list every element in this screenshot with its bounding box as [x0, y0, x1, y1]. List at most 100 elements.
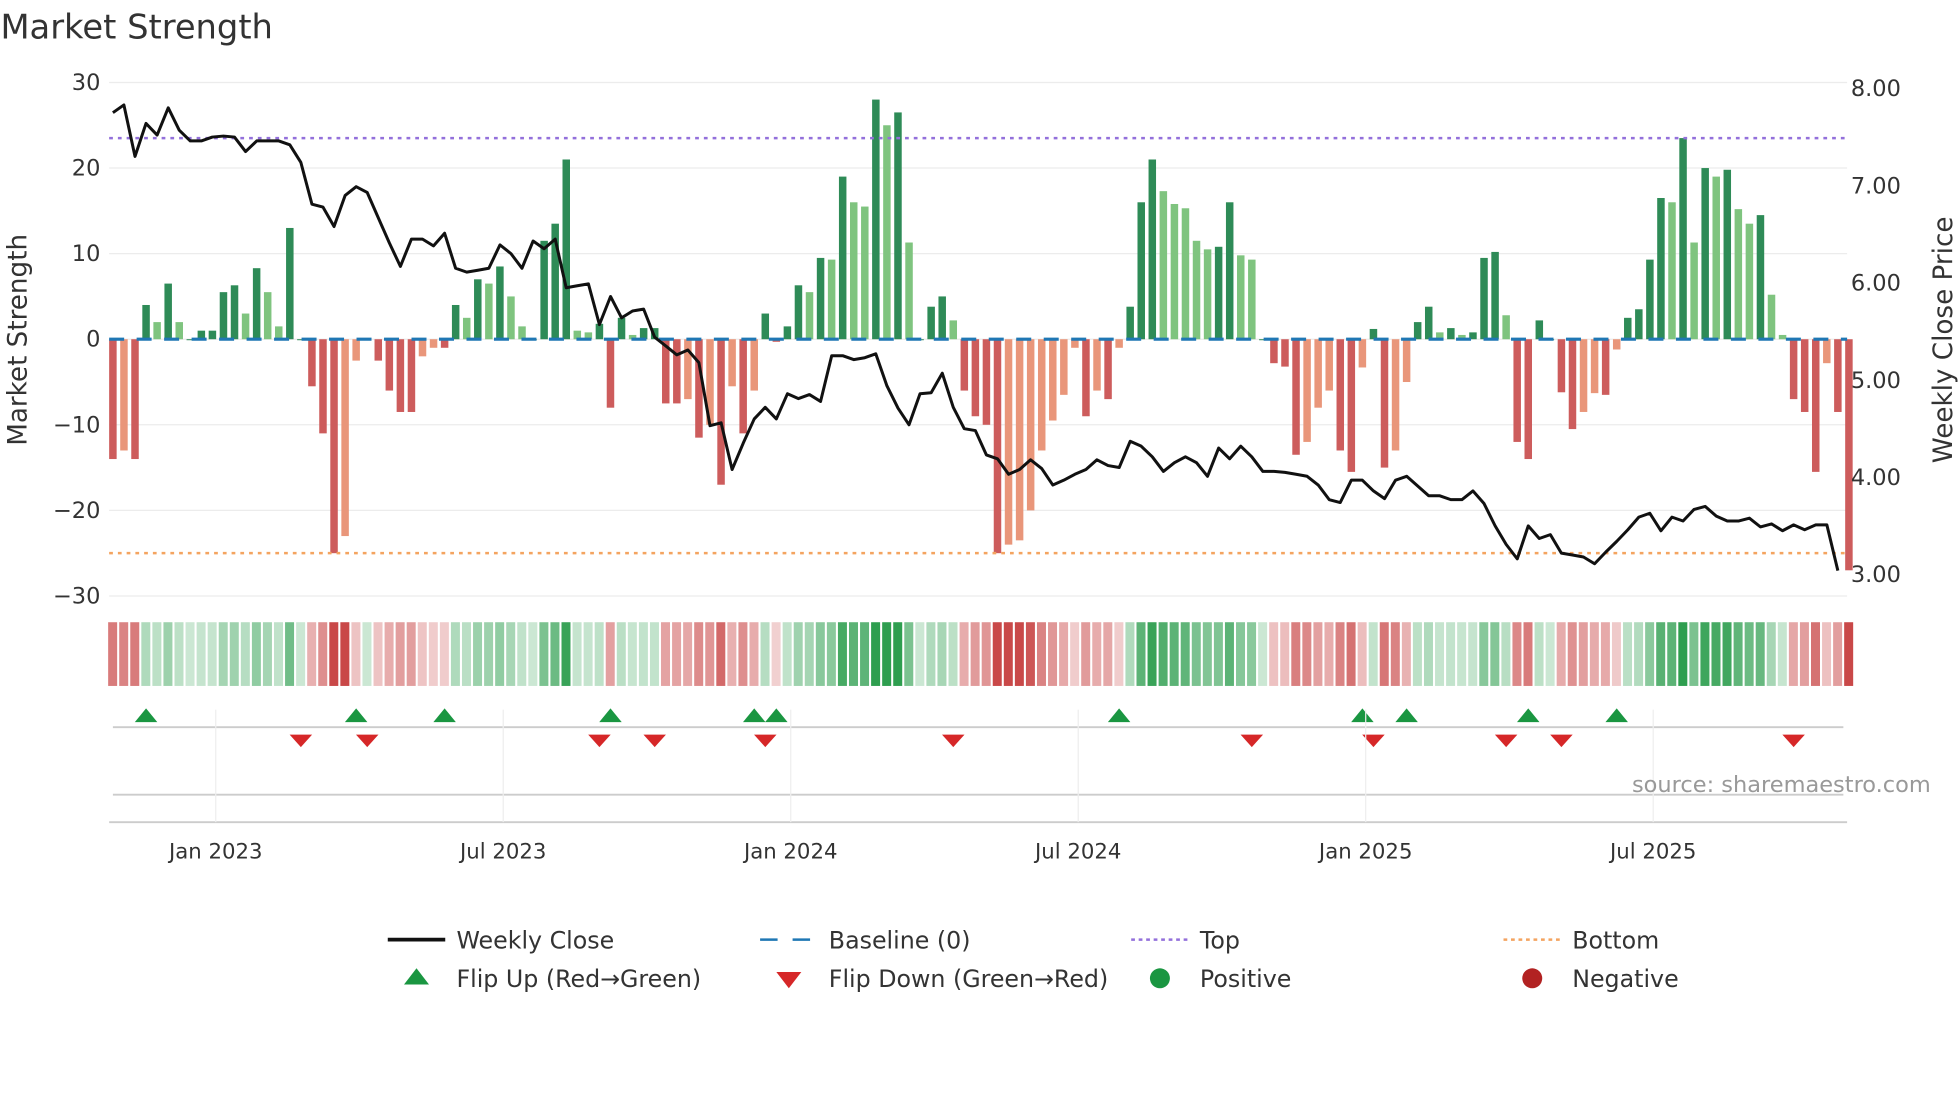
heat-cell [1258, 622, 1268, 686]
strength-bar [1347, 339, 1356, 472]
strength-bar [230, 285, 239, 340]
strength-bar [1270, 339, 1278, 364]
heat-cell [1755, 622, 1765, 686]
flip-up-icon [404, 968, 429, 985]
heat-cell [594, 622, 604, 686]
strength-bar [462, 317, 471, 340]
strength-bar [142, 304, 150, 340]
heat-cell [439, 622, 449, 686]
strength-bar [1568, 339, 1577, 430]
strength-bar [1601, 339, 1610, 395]
heat-cell [1048, 622, 1058, 686]
strength-bar [794, 285, 803, 340]
heat-cell [1346, 622, 1356, 686]
legend-label: Top [1199, 926, 1240, 954]
strength-bar [175, 322, 183, 340]
heat-cell [251, 622, 261, 686]
heat-cell [1158, 622, 1168, 686]
heat-cell [627, 622, 637, 686]
strength-bar [1712, 176, 1720, 340]
heat-cell [1302, 622, 1312, 686]
heat-cell [1147, 622, 1157, 686]
y-tick-label: −30 [53, 583, 100, 609]
heat-cell [506, 622, 516, 686]
y-axis-ticks: 30 20 10 0 −10 −20 −30 [53, 70, 100, 610]
strength-bar [1402, 339, 1411, 383]
strength-bar [1015, 339, 1024, 541]
heat-cell [904, 622, 914, 686]
legend-label: Flip Up (Red→Green) [456, 965, 701, 993]
heat-cell [1435, 622, 1445, 686]
heat-cell [406, 622, 416, 686]
strength-bar [352, 339, 360, 361]
strength-bar [1214, 246, 1223, 340]
strength-bar [1624, 317, 1632, 340]
heat-cell [804, 622, 814, 686]
strength-bar [761, 313, 770, 340]
strength-bar [330, 339, 338, 554]
heat-cell [1036, 622, 1046, 686]
heat-cell [362, 622, 372, 686]
y2-tick-label: 7.00 [1851, 173, 1901, 199]
heat-cell [1202, 622, 1212, 686]
legend-label: Bottom [1572, 926, 1659, 954]
strength-bar [1060, 339, 1068, 395]
heat-cell [1556, 622, 1566, 686]
strength-bar [1037, 339, 1046, 451]
strength-bar [1767, 294, 1776, 340]
y-tick-label: 20 [72, 156, 101, 182]
heat-cell [1401, 622, 1411, 686]
heat-cell [196, 622, 206, 686]
heat-cell [926, 622, 936, 686]
strength-bar [219, 292, 228, 340]
strength-bar [1513, 339, 1521, 442]
flip-up-marker [134, 708, 158, 723]
strength-bar [507, 296, 515, 340]
heat-cell [285, 622, 295, 686]
source-label: source: sharemaestro.com [1632, 772, 1931, 798]
strength-bar [1314, 339, 1322, 408]
flip-up-marker [344, 708, 368, 723]
heat-cell [1523, 622, 1533, 686]
heat-cell [1324, 622, 1334, 686]
strength-bar [872, 99, 880, 340]
heat-cell [572, 622, 582, 686]
heat-cell [395, 622, 405, 686]
strength-bar [1579, 339, 1588, 412]
y2-axis-label: Weekly Close Price [1929, 217, 1959, 464]
heat-cell [1822, 622, 1832, 686]
heat-cell [163, 622, 173, 686]
heat-cell [1423, 622, 1433, 686]
flip-down-marker [1494, 734, 1518, 748]
strength-bar [562, 159, 570, 340]
heat-cell [1191, 622, 1201, 686]
flip-markers [109, 708, 1848, 824]
heat-cell [240, 622, 250, 686]
heat-cell [1014, 622, 1024, 686]
heat-cell [340, 622, 350, 686]
flip-up-marker [1605, 708, 1628, 723]
strength-bar [1237, 255, 1245, 340]
strength-bar [109, 339, 117, 460]
strength-bar [1115, 339, 1123, 348]
chart-title: Market Strength [0, 8, 272, 47]
heat-cell [937, 622, 947, 686]
heat-cell [1103, 622, 1113, 686]
strength-bar [407, 339, 416, 412]
strength-bar [750, 339, 758, 391]
strength-bar [1502, 315, 1510, 340]
heat-cell [837, 622, 847, 686]
flip-down-marker [355, 734, 379, 748]
strength-bar [1203, 249, 1212, 340]
y-axis-label: Market Strength [4, 234, 34, 446]
strength-bar [1413, 322, 1422, 340]
heat-cell [1025, 622, 1035, 686]
strength-bar [131, 339, 139, 460]
heat-cell [1390, 622, 1400, 686]
heat-cell [1003, 622, 1013, 686]
flip-up-marker [1107, 708, 1131, 723]
heat-cell [616, 622, 626, 686]
heat-cell [970, 622, 980, 686]
heat-cell [207, 622, 217, 686]
strength-bar [451, 304, 460, 340]
